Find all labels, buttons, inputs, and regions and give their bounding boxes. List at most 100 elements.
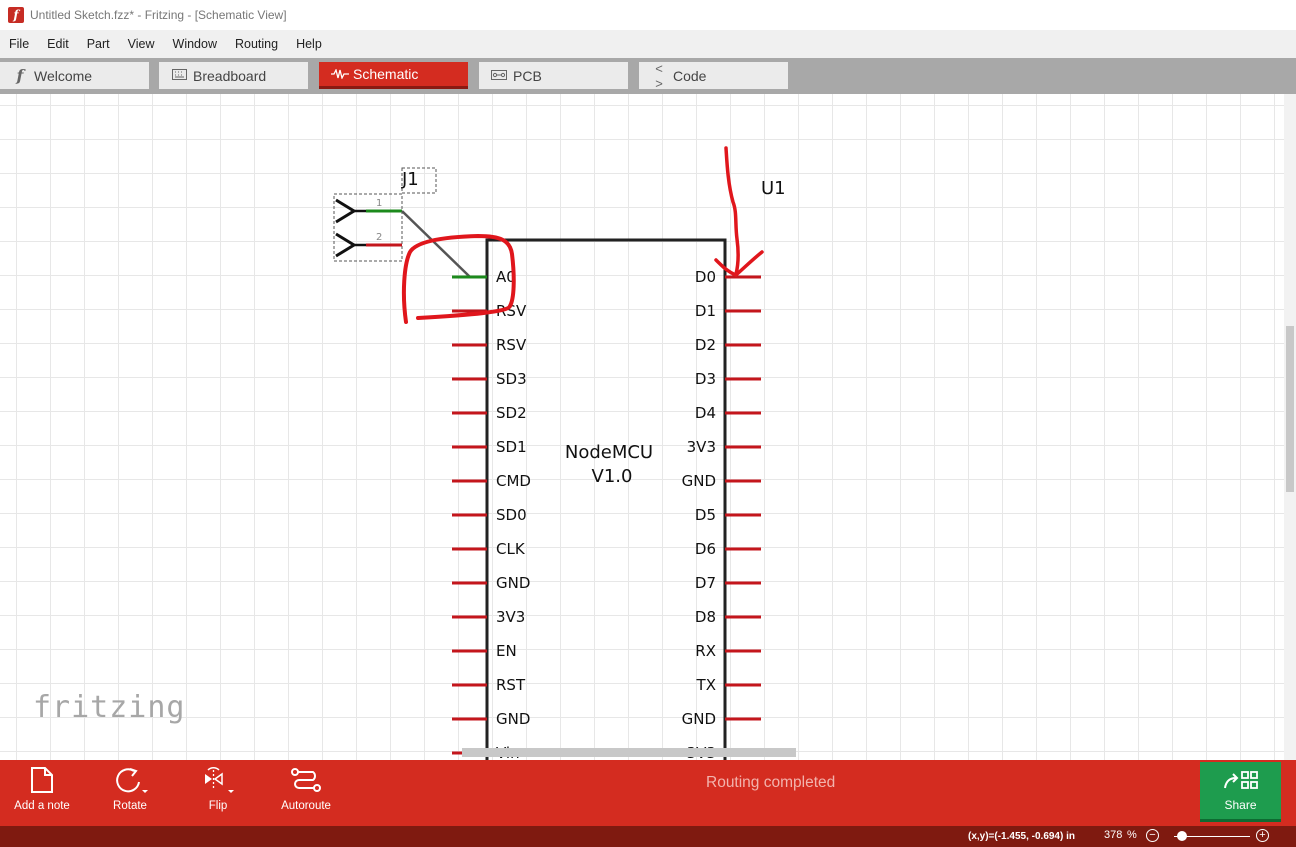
autoroute-icon	[291, 768, 321, 792]
left-pin-label: CMD	[496, 472, 531, 490]
chip-name-line2: V1.0	[592, 466, 633, 487]
flip-icon	[205, 767, 234, 793]
code-brackets-icon: < >	[655, 60, 663, 91]
right-pin-gnd[interactable]: GND	[682, 710, 761, 728]
tab-code-label: Code	[673, 67, 707, 84]
menu-window[interactable]: Window	[164, 30, 226, 58]
horizontal-scroll-thumb[interactable]	[462, 748, 796, 757]
rotate-icon	[116, 768, 148, 793]
menu-file[interactable]: File	[0, 30, 38, 58]
right-pin-label: D8	[695, 608, 716, 626]
fritzing-watermark: fritzing	[33, 690, 186, 725]
connector-pin-1-number: 1	[376, 198, 382, 209]
right-pin-d5[interactable]: D5	[695, 506, 761, 524]
tab-schematic[interactable]: Schematic	[319, 62, 468, 89]
tab-welcome-label: Welcome	[34, 67, 93, 84]
share-label: Share	[1224, 797, 1257, 812]
connector-j1[interactable]: J1 1 2	[333, 167, 437, 262]
zoom-slider-handle[interactable]	[1177, 831, 1187, 841]
connector-ref-label: J1	[401, 169, 419, 190]
tab-schematic-label: Schematic	[353, 66, 419, 82]
left-pin-cmd[interactable]: CMD	[452, 472, 531, 490]
left-pin-sd0[interactable]: SD0	[452, 506, 527, 524]
share-icon	[1223, 770, 1258, 789]
cursor-coordinates: (x,y)=(-1.455, -0.694) in	[968, 831, 1075, 842]
left-pin-label: GND	[496, 710, 530, 728]
left-pin-label: SD1	[496, 438, 527, 456]
add-note-label: Add a note	[14, 800, 70, 812]
menu-view[interactable]: View	[119, 30, 164, 58]
left-pin-3v3[interactable]: 3V3	[452, 608, 525, 626]
menu-help[interactable]: Help	[287, 30, 331, 58]
tab-pcb[interactable]: PCB	[479, 62, 628, 89]
left-pin-sd1[interactable]: SD1	[452, 438, 527, 456]
vertical-scroll-thumb[interactable]	[1286, 326, 1294, 492]
right-pin-label: D7	[695, 574, 716, 592]
autoroute-button[interactable]: Autoroute	[261, 766, 351, 812]
left-pin-label: RSV	[496, 336, 527, 354]
window-title: Untitled Sketch.fzz* - Fritzing - [Schem…	[30, 8, 287, 22]
left-pin-en[interactable]: EN	[452, 642, 517, 660]
left-pin-a0[interactable]: A0	[452, 268, 516, 286]
zoom-in-icon[interactable]: +	[1256, 829, 1269, 842]
menu-part[interactable]: Part	[78, 30, 119, 58]
tab-pcb-label: PCB	[513, 67, 542, 84]
fritzing-app-icon: f	[8, 7, 24, 23]
resistor-wave-icon	[331, 67, 349, 82]
add-note-button[interactable]: Add a note	[0, 766, 87, 812]
share-button[interactable]: Share	[1200, 762, 1281, 822]
left-pin-clk[interactable]: CLK	[452, 540, 526, 558]
left-pin-rst[interactable]: RST	[452, 676, 526, 694]
menu-bar: File Edit Part View Window Routing Help	[0, 30, 1296, 58]
tab-code[interactable]: < > Code	[639, 60, 788, 91]
left-pin-label: SD2	[496, 404, 527, 422]
pcb-icon	[491, 68, 507, 83]
tab-welcome[interactable]: f Welcome	[0, 62, 149, 89]
right-pin-label: RX	[695, 642, 716, 660]
rotate-button[interactable]: Rotate	[85, 766, 175, 812]
right-pin-d4[interactable]: D4	[695, 404, 761, 422]
left-pin-label: GND	[496, 574, 530, 592]
left-pin-label: CLK	[496, 540, 526, 558]
left-pin-sd2[interactable]: SD2	[452, 404, 527, 422]
left-pin-sd3[interactable]: SD3	[452, 370, 527, 388]
flip-label: Flip	[208, 800, 228, 812]
right-pin-d6[interactable]: D6	[695, 540, 761, 558]
tab-breadboard[interactable]: Breadboard	[159, 62, 308, 89]
chip-name-line1: NodeMCU	[565, 442, 653, 463]
right-pin-d8[interactable]: D8	[695, 608, 761, 626]
right-pin-d2[interactable]: D2	[695, 336, 761, 354]
left-pin-gnd[interactable]: GND	[452, 574, 530, 592]
right-pin-label: D4	[695, 404, 716, 422]
status-bar: (x,y)=(-1.455, -0.694) in 378 % − +	[0, 826, 1296, 847]
rotate-label: Rotate	[113, 800, 147, 812]
chip-ref-label: U1	[761, 178, 786, 199]
right-pin-d3[interactable]: D3	[695, 370, 761, 388]
zoom-out-icon[interactable]: −	[1146, 829, 1159, 842]
left-pin-gnd[interactable]: GND	[452, 710, 530, 728]
right-pin-gnd[interactable]: GND	[682, 472, 761, 490]
menu-edit[interactable]: Edit	[38, 30, 78, 58]
right-pin-label: D2	[695, 336, 716, 354]
right-pin-d7[interactable]: D7	[695, 574, 761, 592]
nodemcu-chip[interactable]: U1 NodeMCU V1.0	[485, 178, 786, 760]
schematic-drawing: J1 1 2 U1 NodeMCU V1.0 A0RSVRSVSD3SD2SD1…	[333, 146, 786, 760]
right-pin-label: D1	[695, 302, 716, 320]
routing-status-text: Routing completed	[706, 774, 836, 791]
right-pin-d1[interactable]: D1	[695, 302, 761, 320]
right-pin-label: GND	[682, 472, 716, 490]
menu-routing[interactable]: Routing	[226, 30, 287, 58]
schematic-canvas[interactable]: J1 1 2 U1 NodeMCU V1.0 A0 RSV RSV SD3 SD2 SD1…	[0, 94, 1296, 760]
wire-j1-to-a0[interactable]	[401, 210, 471, 278]
right-pin-label: D0	[695, 268, 716, 286]
flip-button[interactable]: Flip	[173, 766, 263, 812]
left-pin-rsv[interactable]: RSV	[452, 336, 527, 354]
vertical-scrollbar[interactable]	[1284, 94, 1296, 760]
left-pin-label: SD0	[496, 506, 527, 524]
left-pin-label: RST	[496, 676, 526, 694]
left-pin-column: A0RSVRSVSD3SD2SD1CMDSD0CLKGND3V3ENRSTGND…	[452, 268, 531, 760]
right-pin-rx[interactable]: RX	[695, 642, 761, 660]
fritzing-f-icon: f	[16, 66, 24, 85]
zoom-percent-sign: %	[1127, 829, 1137, 841]
right-pin-tx[interactable]: TX	[696, 676, 761, 694]
